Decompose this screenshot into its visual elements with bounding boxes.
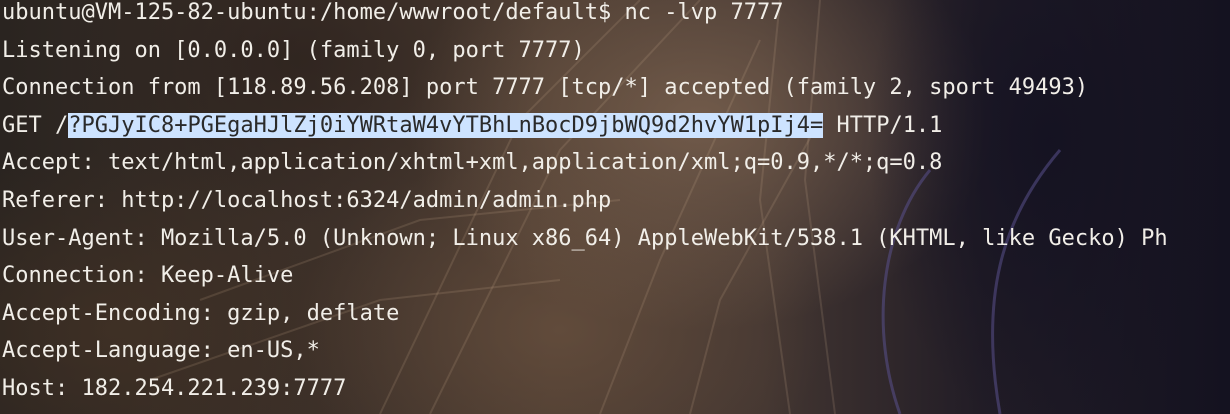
output-line-text: Accept-Encoding: gzip, deflate xyxy=(2,300,400,326)
terminal-window[interactable]: ubuntu@VM-125-82-ubuntu:/home/wwwroot/de… xyxy=(0,0,1230,414)
output-line-get-request: GET /?PGJyIC8+PGEgaHJlZj0iYWRtaW4vYTBhLn… xyxy=(2,107,1230,145)
output-line-referer: Referer: http://localhost:6324/admin/adm… xyxy=(2,182,1230,220)
output-line-text: Listening on [0.0.0.0] (family 0, port 7… xyxy=(2,37,585,63)
output-line-user-agent: User-Agent: Mozilla/5.0 (Unknown; Linux … xyxy=(2,220,1230,258)
output-line-prompt: ubuntu@VM-125-82-ubuntu:/home/wwwroot/de… xyxy=(2,0,1230,32)
output-line-text: ubuntu@VM-125-82-ubuntu:/home/wwwroot/de… xyxy=(2,0,784,25)
get-request-prefix: GET / xyxy=(2,112,69,138)
output-line-accept-language: Accept-Language: en-US,* xyxy=(2,332,1230,370)
output-line-text: Connection: Keep-Alive xyxy=(2,263,294,289)
terminal-output[interactable]: ubuntu@VM-125-82-ubuntu:/home/wwwroot/de… xyxy=(0,0,1230,414)
get-request-suffix: HTTP/1.1 xyxy=(823,112,943,138)
output-line-text: User-Agent: Mozilla/5.0 (Unknown; Linux … xyxy=(2,225,1168,251)
output-line-text: Accept: text/html,application/xhtml+xml,… xyxy=(2,150,943,176)
output-line-text: Accept-Language: en-US,* xyxy=(2,338,320,364)
output-line-connection: Connection from [118.89.56.208] port 777… xyxy=(2,69,1230,107)
output-line-host: Host: 182.254.221.239:7777 xyxy=(2,370,1230,408)
selected-text-highlight[interactable]: ?PGJyIC8+PGEgaHJlZj0iYWRtaW4vYTBhLnBocD9… xyxy=(68,112,824,138)
output-line-connection-header: Connection: Keep-Alive xyxy=(2,257,1230,295)
output-line-accept: Accept: text/html,application/xhtml+xml,… xyxy=(2,144,1230,182)
output-line-listening: Listening on [0.0.0.0] (family 0, port 7… xyxy=(2,32,1230,70)
output-line-text: Connection from [118.89.56.208] port 777… xyxy=(2,75,1089,101)
output-line-accept-encoding: Accept-Encoding: gzip, deflate xyxy=(2,295,1230,333)
output-line-text: Referer: http://localhost:6324/admin/adm… xyxy=(2,187,612,213)
output-line-text: Host: 182.254.221.239:7777 xyxy=(2,375,347,401)
